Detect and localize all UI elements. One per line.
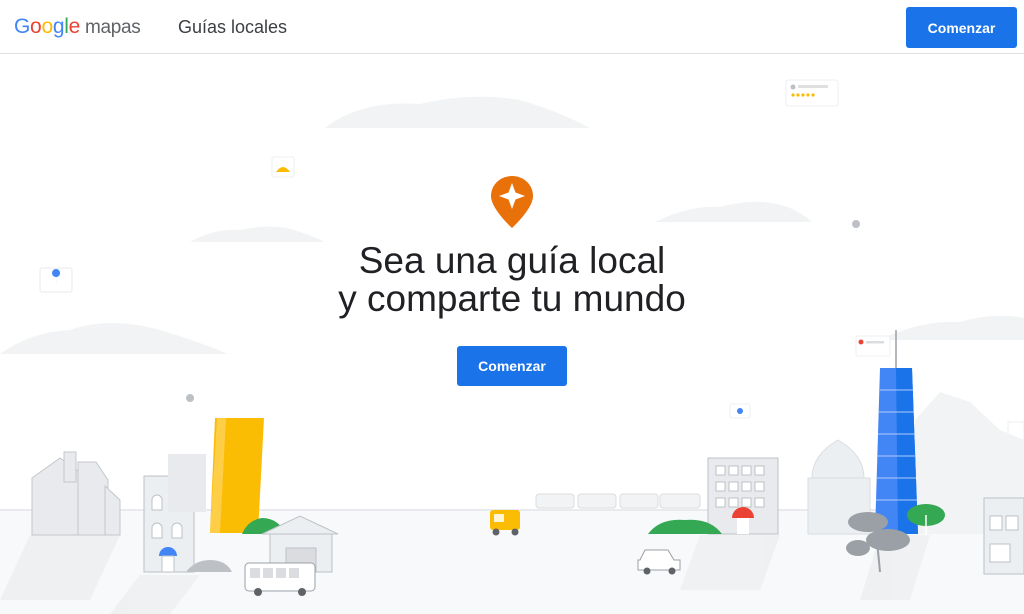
city-illustration bbox=[0, 79, 1024, 614]
yellow-building bbox=[210, 418, 264, 533]
header-start-button[interactable]: Comenzar bbox=[906, 7, 1017, 48]
back-building bbox=[168, 454, 206, 512]
nav-link-local-guides[interactable]: Guías locales bbox=[178, 17, 287, 38]
top-navigation-bar: Google mapas Guías locales Comenzar bbox=[0, 0, 1024, 54]
hero-start-button[interactable]: Comenzar bbox=[457, 346, 567, 386]
blue-tower bbox=[875, 330, 918, 534]
right-edge-building bbox=[983, 497, 1024, 575]
google-logo-text: Google bbox=[14, 15, 80, 38]
hero-title-line-1: Sea una guía local bbox=[358, 240, 666, 281]
hero-title-line-2: y comparte tu mundo bbox=[338, 278, 686, 319]
left-house bbox=[31, 451, 121, 536]
google-maps-logo[interactable]: Google mapas bbox=[14, 15, 141, 39]
train bbox=[535, 493, 701, 509]
bus bbox=[244, 562, 316, 596]
local-guides-star-pin-icon bbox=[491, 176, 533, 228]
logo-product-name: mapas bbox=[84, 17, 141, 38]
grey-office-building bbox=[707, 457, 779, 535]
